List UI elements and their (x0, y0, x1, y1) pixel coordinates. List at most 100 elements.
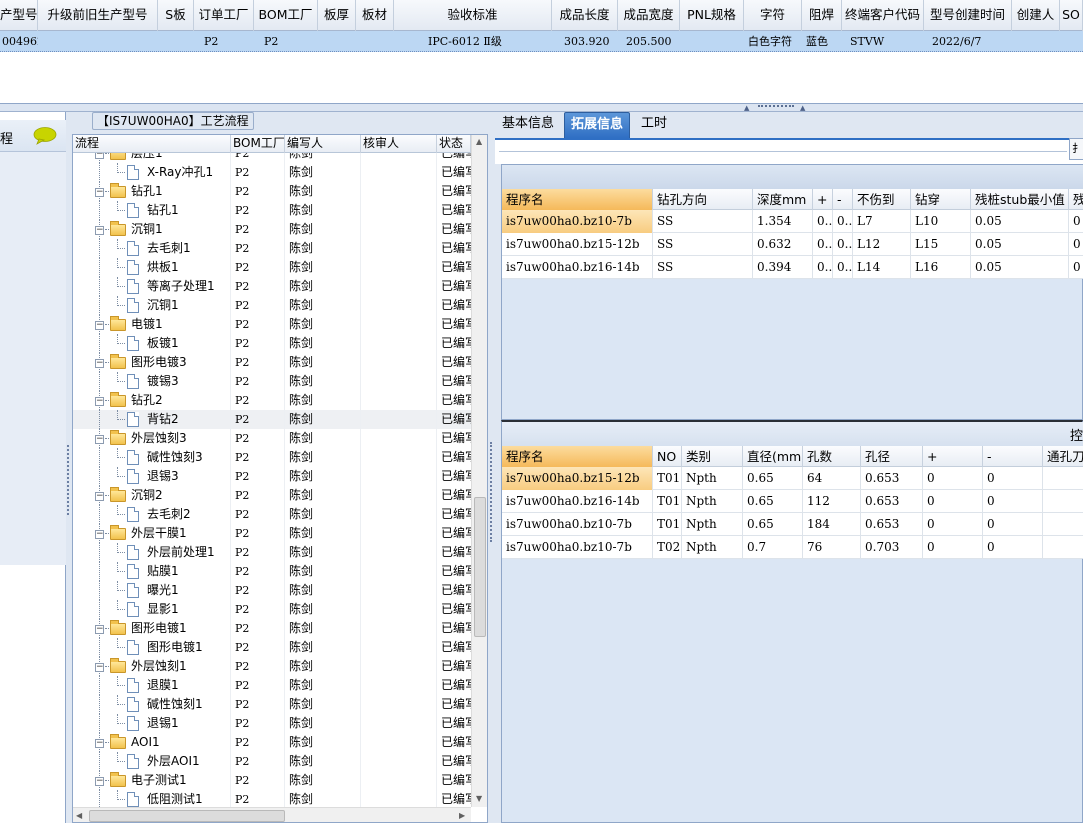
speech-bubble-icon[interactable] (33, 127, 57, 145)
tree-node-cell[interactable]: − AOI1 (73, 733, 231, 752)
tree-row[interactable]: − 钻孔1 P2陈剑 已编写 (73, 182, 471, 201)
table-cell[interactable]: 0.. (833, 233, 853, 256)
table-cell[interactable]: 76 (803, 536, 861, 559)
table-cell[interactable] (1043, 490, 1083, 513)
collapse-node-icon[interactable]: − (95, 153, 104, 159)
table-cell[interactable]: is7uw00ha0.bz10-7b (502, 536, 653, 559)
column-header[interactable]: S板 (158, 0, 194, 31)
tree-node-cell[interactable]: − 外层干膜1 (73, 524, 231, 543)
tree-row[interactable]: 烘板1 P2陈剑 已编写 (73, 258, 471, 277)
tree-node-cell[interactable]: − 电子测试1 (73, 771, 231, 790)
column-header-bom-factory[interactable]: BOM工厂 (231, 135, 285, 153)
collapse-node-icon[interactable]: − (95, 625, 104, 634)
tree-node-cell[interactable]: − 图形电镀3 (73, 353, 231, 372)
collapse-up-icon[interactable]: ▲ (800, 104, 805, 112)
column-header[interactable]: 钻孔方向 (653, 189, 753, 210)
grid-cell[interactable] (1012, 31, 1060, 52)
table-cell[interactable]: is7uw00ha0.bz15-12b (502, 467, 653, 490)
column-header[interactable]: 通孔刀 (1043, 446, 1083, 467)
grid-cell[interactable] (1060, 31, 1083, 52)
column-header[interactable]: 产型号 (0, 0, 38, 31)
collapse-up-icon[interactable]: ▲ (744, 104, 749, 112)
column-header[interactable]: 订单工厂 (194, 0, 254, 31)
tree-node-cell[interactable]: 板镀1 (73, 334, 231, 353)
collapse-node-icon[interactable]: − (95, 739, 104, 748)
table-row[interactable]: is7uw00ha0.bz16-14b T01 Npth 0.65 112 0.653 0 0 (502, 490, 1083, 513)
column-header[interactable]: 板材 (356, 0, 394, 31)
table-cell[interactable]: 0.65 (743, 513, 803, 536)
horizontal-splitter[interactable]: ▲ ▲ (0, 104, 1083, 112)
table-cell[interactable]: is7uw00ha0.bz15-12b (502, 233, 653, 256)
column-header[interactable]: + (813, 189, 833, 210)
table-cell[interactable]: Npth (682, 536, 743, 559)
table-cell[interactable]: SS (653, 256, 753, 279)
table-cell[interactable]: 0 (923, 467, 983, 490)
tree-node-cell[interactable]: 去毛刺2 (73, 505, 231, 524)
tree-row[interactable]: 贴膜1 P2陈剑 已编写 (73, 562, 471, 581)
column-header[interactable]: 创建人 (1012, 0, 1060, 31)
tree-node-cell[interactable]: 退锡1 (73, 714, 231, 733)
grid-cell[interactable]: 2022/6/7 (924, 31, 1012, 52)
table-cell[interactable]: 0.05 (971, 233, 1069, 256)
tree-node-cell[interactable]: − 钻孔2 (73, 391, 231, 410)
tab-extended-info[interactable]: 拓展信息 (564, 112, 631, 138)
scroll-down-icon[interactable]: ▼ (476, 794, 482, 803)
table-cell[interactable]: 0.394 (753, 256, 813, 279)
tab-basic-info[interactable]: 基本信息 (496, 112, 560, 138)
tree-row[interactable]: − 图形电镀1 P2陈剑 已编写 (73, 619, 471, 638)
splitter-grip[interactable] (67, 445, 70, 515)
table-cell[interactable]: L10 (911, 210, 971, 233)
tree-node-cell[interactable]: − 沉铜1 (73, 220, 231, 239)
column-header-reviewer[interactable]: 核审人 (361, 135, 437, 153)
column-header[interactable]: 终端客户代码 (842, 0, 924, 31)
table-cell[interactable]: 0.65 (743, 467, 803, 490)
tree-node-cell[interactable]: 烘板1 (73, 258, 231, 277)
column-header-status[interactable]: 状态 (437, 135, 471, 153)
column-header[interactable]: 钻穿 (911, 189, 971, 210)
product-model-grid-selected-row[interactable]: 004962 P2P2 IPC-6012 Ⅱ级303.920205.500 白色字符蓝… (0, 31, 1083, 52)
tree-row[interactable]: − 电子测试1 P2陈剑 已编写 (73, 771, 471, 790)
table-cell[interactable] (1043, 536, 1083, 559)
column-header[interactable]: 程序名 (502, 189, 653, 210)
scroll-up-icon[interactable]: ▲ (476, 137, 482, 146)
table-cell[interactable]: 112 (803, 490, 861, 513)
table-cell[interactable]: SS (653, 233, 753, 256)
column-header[interactable]: BOM工厂 (254, 0, 318, 31)
grid-cell[interactable] (356, 31, 394, 52)
table-cell[interactable]: 0.. (833, 210, 853, 233)
column-header[interactable]: 残 (1069, 189, 1083, 210)
grid-cell[interactable]: 白色字符 (744, 31, 802, 52)
column-header[interactable]: 型号创建时间 (924, 0, 1012, 31)
grid-cell[interactable]: 蓝色 (802, 31, 842, 52)
tree-node-cell[interactable]: − 钻孔1 (73, 182, 231, 201)
table-cell[interactable]: Npth (682, 513, 743, 536)
tree-row[interactable]: 等离子处理1 P2陈剑 已编写 (73, 277, 471, 296)
tree-vertical-scrollbar[interactable]: ▲ ▼ (471, 135, 487, 807)
tree-node-cell[interactable]: 沉铜1 (73, 296, 231, 315)
tree-row[interactable]: 退锡3 P2陈剑 已编写 (73, 467, 471, 486)
column-header[interactable]: 孔数 (803, 446, 861, 467)
tree-row[interactable]: 沉铜1 P2陈剑 已编写 (73, 296, 471, 315)
collapse-node-icon[interactable]: − (95, 530, 104, 539)
collapse-node-icon[interactable]: − (95, 188, 104, 197)
collapse-node-icon[interactable]: − (95, 492, 104, 501)
collapse-node-icon[interactable]: − (95, 435, 104, 444)
table-cell[interactable]: L7 (853, 210, 911, 233)
tree-row[interactable]: 镀锡3 P2陈剑 已编写 (73, 372, 471, 391)
tree-node-cell[interactable]: 镀锡3 (73, 372, 231, 391)
column-header[interactable]: 类别 (682, 446, 743, 467)
scrollbar-thumb[interactable] (474, 497, 486, 637)
tree-row[interactable]: 去毛刺1 P2陈剑 已编写 (73, 239, 471, 258)
column-header-writer[interactable]: 编写人 (285, 135, 361, 153)
tree-node-cell[interactable]: 背钻2 (73, 410, 231, 429)
column-header[interactable]: 成品宽度 (618, 0, 680, 31)
tree-node-cell[interactable]: 曝光1 (73, 581, 231, 600)
tree-node-cell[interactable]: 碱性蚀刻3 (73, 448, 231, 467)
tree-row[interactable]: 退膜1 P2陈剑 已编写 (73, 676, 471, 695)
tree-node-cell[interactable]: 贴膜1 (73, 562, 231, 581)
table-cell[interactable] (1043, 467, 1083, 490)
column-header[interactable]: 残桩stub最小值 (971, 189, 1069, 210)
tree-node-cell[interactable]: 低阻测试1 (73, 790, 231, 807)
table-cell[interactable]: 0.7 (743, 536, 803, 559)
tree-node-cell[interactable]: − 沉铜2 (73, 486, 231, 505)
